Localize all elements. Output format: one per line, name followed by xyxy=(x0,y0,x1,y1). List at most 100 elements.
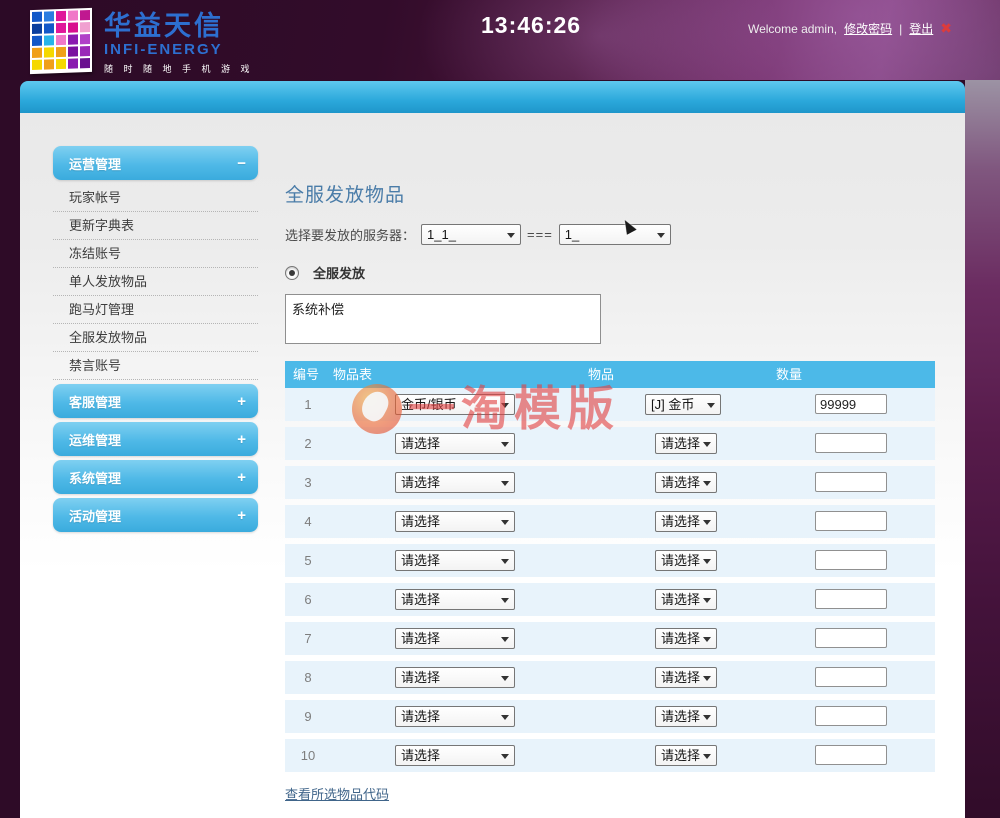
row-number: 10 xyxy=(293,748,323,763)
sidebar-item-label: 跑马灯管理 xyxy=(69,302,134,317)
change-password-link[interactable]: 修改密码 xyxy=(844,20,892,37)
quantity-input[interactable] xyxy=(815,511,887,531)
all-server-radio-row: 全服发放 xyxy=(285,263,935,282)
app-logo: 华益天信 INFI-ENERGY 随 时 随 地 手 机 游 戏 xyxy=(30,9,254,75)
expand-icon[interactable]: + xyxy=(237,469,246,486)
item-select-value: 请选择 xyxy=(661,592,700,607)
sidebar-item[interactable]: 更新字典表 xyxy=(53,212,258,240)
item-table-select[interactable]: 请选择 xyxy=(395,667,515,688)
quantity-input[interactable] xyxy=(815,706,887,726)
quantity-input[interactable] xyxy=(815,745,887,765)
sidebar-item[interactable]: 跑马灯管理 xyxy=(53,296,258,324)
server-select-from[interactable]: 1_1_ xyxy=(421,224,521,245)
item-table-select[interactable]: 请选择 xyxy=(395,745,515,766)
sidebar-item-label: 单人发放物品 xyxy=(69,274,147,289)
item-select[interactable]: 请选择 xyxy=(655,628,717,649)
sidebar-section[interactable]: 活动管理 + xyxy=(53,498,258,532)
item-select[interactable]: [J] 金币 xyxy=(645,394,721,415)
view-codes-link[interactable]: 查看所选物品代码 xyxy=(285,784,389,803)
table-row: 4 请选择 请选择 xyxy=(285,505,935,538)
table-row: 2 请选择 请选择 xyxy=(285,427,935,460)
item-table-select[interactable]: 请选择 xyxy=(395,550,515,571)
quantity-input[interactable] xyxy=(815,667,887,687)
item-table-select-value: 金币/银币 xyxy=(401,397,457,412)
server-select-label: 选择要发放的服务器： xyxy=(285,225,415,244)
server-select-from-value: 1_1_ xyxy=(427,227,456,242)
item-table-select[interactable]: 请选择 xyxy=(395,589,515,610)
sidebar-item[interactable]: 禁言账号 xyxy=(53,352,258,380)
item-table-select[interactable]: 请选择 xyxy=(395,628,515,649)
welcome-text: Welcome admin, xyxy=(748,22,837,36)
expand-icon[interactable]: + xyxy=(237,393,246,410)
item-select-value: 请选择 xyxy=(661,748,700,763)
user-area: Welcome admin, 修改密码 | 登出 ✖ xyxy=(748,20,952,37)
item-table-select[interactable]: 请选择 xyxy=(395,511,515,532)
chevron-down-icon xyxy=(703,481,711,486)
logo-text: 华益天信 INFI-ENERGY 随 时 随 地 手 机 游 戏 xyxy=(104,9,254,75)
sidebar-section[interactable]: 系统管理 + xyxy=(53,460,258,494)
all-server-radio[interactable] xyxy=(285,266,299,280)
item-table-select-value: 请选择 xyxy=(401,709,440,724)
row-number: 2 xyxy=(293,436,323,451)
sidebar-section[interactable]: 运维管理 + xyxy=(53,422,258,456)
expand-icon[interactable]: + xyxy=(237,507,246,524)
item-table-select[interactable]: 请选择 xyxy=(395,706,515,727)
item-select[interactable]: 请选择 xyxy=(655,706,717,727)
server-select-to[interactable]: 1_ xyxy=(559,224,671,245)
row-number: 6 xyxy=(293,592,323,607)
item-select[interactable]: 请选择 xyxy=(655,667,717,688)
clock: 13:46:26 xyxy=(481,12,581,39)
item-table-select-value: 请选择 xyxy=(401,514,440,529)
quantity-input[interactable] xyxy=(815,589,887,609)
quantity-input[interactable] xyxy=(815,433,887,453)
sidebar: 运营管理 − 玩家帐号更新字典表冻结账号单人发放物品跑马灯管理全服发放物品禁言账… xyxy=(53,146,258,536)
quantity-input[interactable] xyxy=(815,472,887,492)
chevron-down-icon xyxy=(657,233,665,238)
item-select[interactable]: 请选择 xyxy=(655,550,717,571)
item-select[interactable]: 请选择 xyxy=(655,433,717,454)
sidebar-item[interactable]: 玩家帐号 xyxy=(53,184,258,212)
chevron-down-icon xyxy=(501,754,509,759)
chevron-down-icon xyxy=(501,598,509,603)
item-select-value: 请选择 xyxy=(661,436,700,451)
close-icon[interactable]: ✖ xyxy=(940,20,952,37)
sidebar-section[interactable]: 客服管理 + xyxy=(53,384,258,418)
sidebar-item[interactable]: 单人发放物品 xyxy=(53,268,258,296)
item-table-select[interactable]: 请选择 xyxy=(395,472,515,493)
quantity-input[interactable] xyxy=(815,628,887,648)
brand-tagline: 随 时 随 地 手 机 游 戏 xyxy=(104,62,254,75)
chevron-down-icon xyxy=(703,715,711,720)
main-panel: 全服发放物品 选择要发放的服务器： 1_1_ === 1_ 全服发放 xyxy=(285,145,935,818)
chevron-down-icon xyxy=(501,676,509,681)
sidebar-item[interactable]: 全服发放物品 xyxy=(53,324,258,352)
reason-textarea[interactable] xyxy=(285,294,601,344)
quantity-input[interactable] xyxy=(815,394,887,414)
server-selector-row: 选择要发放的服务器： 1_1_ === 1_ xyxy=(285,224,935,245)
item-table-select[interactable]: 请选择 xyxy=(395,433,515,454)
sidebar-section-operations[interactable]: 运营管理 − xyxy=(53,146,258,180)
chevron-down-icon xyxy=(703,754,711,759)
item-select[interactable]: 请选择 xyxy=(655,472,717,493)
item-table-select-value: 请选择 xyxy=(401,436,440,451)
item-table-select[interactable]: 金币/银币 xyxy=(395,394,515,415)
chevron-down-icon xyxy=(703,637,711,642)
table-row: 8 请选择 请选择 xyxy=(285,661,935,694)
expand-icon[interactable]: + xyxy=(237,431,246,448)
all-server-radio-label: 全服发放 xyxy=(313,263,365,282)
item-table-select-value: 请选择 xyxy=(401,748,440,763)
item-select[interactable]: 请选择 xyxy=(655,511,717,532)
sidebar-item-label: 更新字典表 xyxy=(69,218,134,233)
item-select-value: 请选择 xyxy=(661,709,700,724)
sidebar-item[interactable]: 冻结账号 xyxy=(53,240,258,268)
item-select-value: 请选择 xyxy=(661,514,700,529)
quantity-input[interactable] xyxy=(815,550,887,570)
server-select-separator: === xyxy=(527,227,553,242)
table-row: 9 请选择 请选择 xyxy=(285,700,935,733)
item-select[interactable]: 请选择 xyxy=(655,745,717,766)
row-number: 5 xyxy=(293,553,323,568)
logout-link[interactable]: 登出 xyxy=(909,20,933,37)
item-select-value: 请选择 xyxy=(661,475,700,490)
page-title: 全服发放物品 xyxy=(285,180,935,207)
collapse-icon[interactable]: − xyxy=(237,155,246,172)
item-select[interactable]: 请选择 xyxy=(655,589,717,610)
